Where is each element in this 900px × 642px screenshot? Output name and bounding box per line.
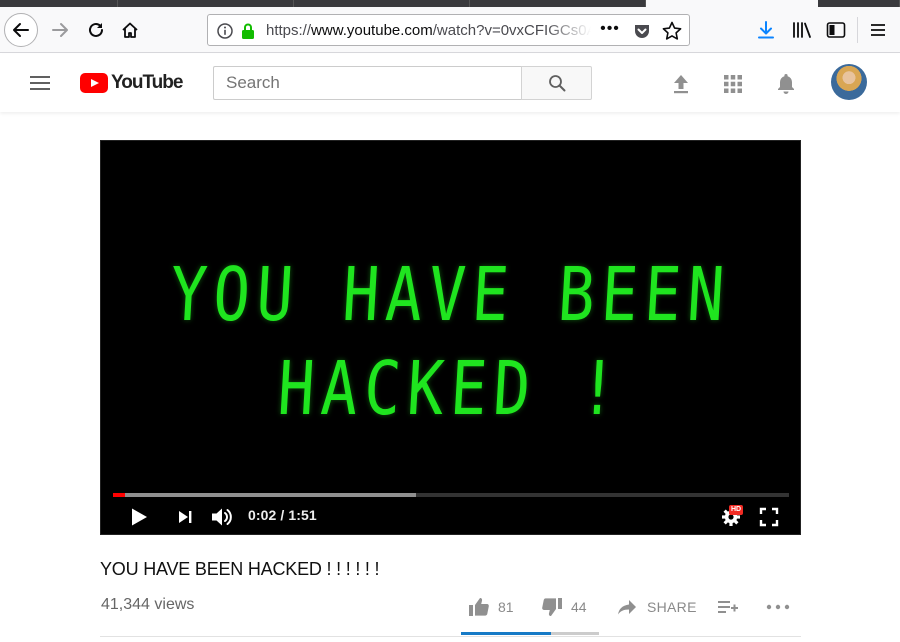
hamburger-icon — [871, 24, 885, 36]
downloads-button[interactable] — [752, 16, 780, 44]
progress-bar[interactable] — [113, 493, 789, 497]
share-label: SHARE — [647, 599, 697, 615]
browser-toolbar: https://www.youtube.com/watch?v=0vxCFIGC… — [0, 7, 900, 53]
toolbar-separator — [857, 17, 858, 43]
time-display: 0:02 / 1:51 — [248, 507, 317, 523]
search-button[interactable] — [521, 66, 592, 100]
add-to-playlist-button[interactable] — [717, 594, 739, 620]
thumbs-up-icon — [469, 598, 489, 616]
view-count: 41,344 views — [101, 596, 195, 613]
app-menu-button[interactable] — [864, 16, 892, 44]
fullscreen-button[interactable] — [755, 503, 783, 531]
next-icon — [179, 511, 192, 523]
reload-icon — [89, 22, 103, 37]
dislike-button[interactable]: 44 — [541, 594, 587, 620]
back-button[interactable] — [4, 13, 38, 47]
playlist-add-icon — [718, 601, 738, 613]
guide-bar — [30, 88, 50, 90]
url-bar[interactable]: https://www.youtube.com/watch?v=0vxCFIGC… — [207, 14, 690, 46]
library-button[interactable] — [788, 16, 816, 44]
browser-tab[interactable] — [818, 0, 900, 7]
tab-strip — [0, 0, 900, 7]
forward-icon — [52, 23, 68, 37]
settings-button[interactable]: HD — [715, 502, 747, 532]
search-box — [213, 66, 522, 100]
youtube-masthead: YouTube — [0, 54, 900, 112]
url-scheme: https:// — [266, 22, 312, 39]
hd-badge: HD — [729, 505, 744, 515]
search-input[interactable] — [214, 67, 522, 99]
upload-icon[interactable] — [668, 71, 694, 97]
play-icon — [132, 508, 147, 526]
home-button[interactable] — [116, 16, 144, 44]
search-icon — [548, 75, 565, 92]
guide-menu-button[interactable] — [28, 72, 52, 94]
share-button[interactable]: SHARE — [617, 594, 697, 620]
sidebar-icon — [826, 22, 846, 38]
apps-icon[interactable] — [720, 71, 746, 97]
fullscreen-icon — [759, 507, 779, 527]
browser-tab[interactable] — [470, 0, 646, 7]
like-count: 81 — [498, 599, 514, 615]
next-button[interactable] — [171, 503, 199, 531]
video-overlay-line1: YOU HAVE BEEN — [167, 252, 734, 338]
sidebar-button[interactable] — [822, 16, 850, 44]
youtube-play-logo-icon — [80, 73, 108, 93]
like-button[interactable]: 81 — [468, 594, 514, 620]
play-button[interactable] — [125, 503, 153, 531]
forward-button[interactable] — [46, 16, 74, 44]
thumbs-down-icon — [542, 598, 562, 616]
url-host: www.youtube.com — [311, 22, 433, 39]
browser-tab-active[interactable] — [646, 0, 818, 7]
avatar[interactable] — [831, 64, 867, 100]
library-icon — [793, 22, 811, 38]
progress-loaded — [113, 493, 416, 497]
progress-played — [113, 493, 126, 497]
sentiment-bar — [461, 632, 599, 635]
youtube-logo[interactable]: YouTube — [80, 71, 183, 95]
youtube-logo-text: YouTube — [111, 72, 183, 93]
browser-tab[interactable] — [0, 0, 118, 7]
volume-button[interactable] — [207, 503, 237, 531]
lock-icon[interactable] — [240, 22, 256, 40]
more-icon — [766, 604, 790, 610]
back-icon — [13, 23, 29, 37]
video-overlay-line2: HACKED ! — [275, 346, 626, 432]
star-icon[interactable] — [661, 20, 683, 42]
guide-bar — [30, 82, 50, 84]
reload-button[interactable] — [82, 16, 110, 44]
sentiment-like-fill — [461, 632, 551, 635]
browser-tab[interactable] — [118, 0, 294, 7]
download-icon — [758, 21, 774, 39]
bell-icon[interactable] — [773, 70, 799, 96]
home-icon — [122, 22, 138, 38]
info-divider — [100, 636, 801, 637]
video-title: YOU HAVE BEEN HACKED ! ! ! ! ! ! — [100, 559, 380, 579]
pocket-icon[interactable] — [632, 21, 652, 41]
volume-icon — [212, 508, 232, 526]
browser-tab[interactable] — [294, 0, 470, 7]
guide-bar — [30, 76, 50, 78]
url-path: /watch?v=0vxCFIGCs0A — [432, 22, 591, 39]
url-text[interactable]: https://www.youtube.com/watch?v=0vxCFIGC… — [266, 21, 591, 41]
more-actions-button[interactable] — [766, 594, 790, 620]
dislike-count: 44 — [571, 599, 587, 615]
info-icon[interactable] — [216, 22, 234, 40]
page-actions-button[interactable]: ••• — [598, 20, 622, 40]
share-icon — [618, 600, 636, 615]
